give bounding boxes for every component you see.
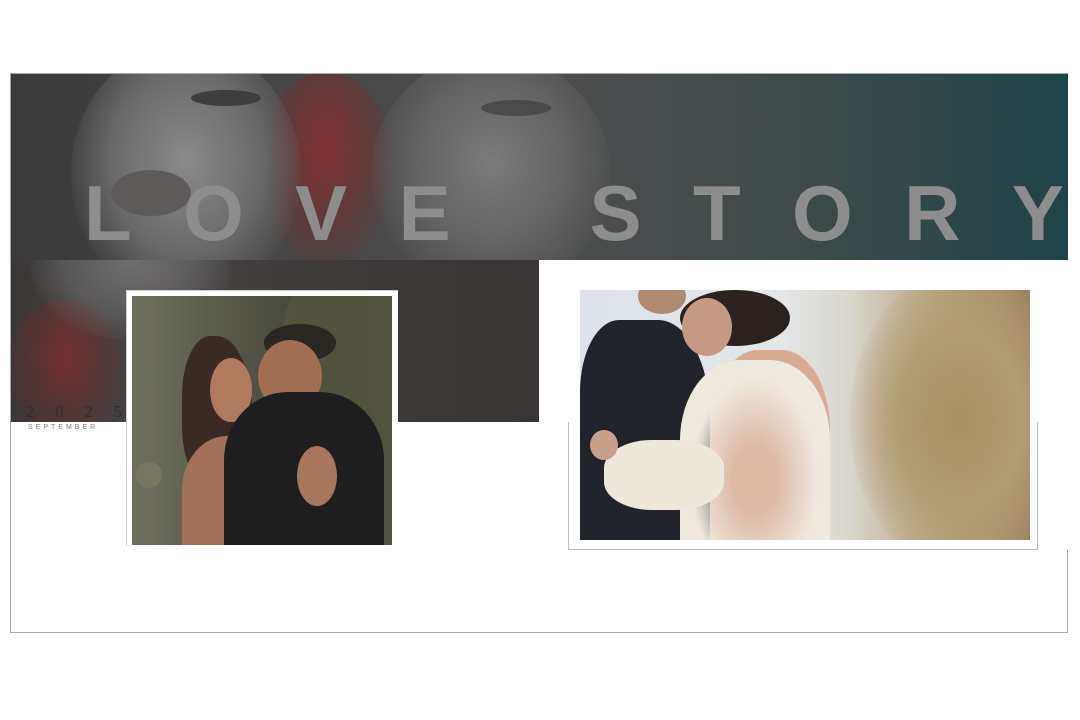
- title-letter: E: [398, 168, 451, 257]
- year-digit: 2: [84, 402, 93, 421]
- title-letter: L: [84, 168, 132, 257]
- bride-arm-shape: [604, 440, 724, 510]
- page-title: L O V E S T O R Y: [84, 168, 1064, 258]
- title-letter: O: [183, 168, 244, 257]
- year-digit: 2: [26, 402, 35, 421]
- title-letter: S: [589, 168, 642, 257]
- title-letter: R: [904, 168, 961, 257]
- year-digit: 0: [55, 402, 64, 421]
- bride-face-shape: [682, 298, 732, 356]
- hero-eye-right: [481, 100, 551, 116]
- hero-eye-left: [191, 90, 261, 106]
- month-label: SEPTEMBER: [28, 424, 99, 431]
- bride-groom-photo[interactable]: [580, 290, 1030, 540]
- tree-foliage-shape: [850, 290, 1030, 540]
- title-letter: O: [792, 168, 853, 257]
- couple-embrace-photo[interactable]: [132, 296, 392, 545]
- title-letter: V: [295, 168, 348, 257]
- vault-handle-shape: [136, 462, 162, 488]
- title-letter: T: [692, 168, 741, 257]
- groom-hand-shape: [590, 430, 618, 460]
- year-label: 2 0 2 5: [26, 402, 122, 422]
- woman-hand-shape: [297, 446, 337, 506]
- title-letter: Y: [1011, 168, 1064, 257]
- groom-face-shape: [638, 290, 686, 314]
- year-digit: 5: [113, 402, 122, 421]
